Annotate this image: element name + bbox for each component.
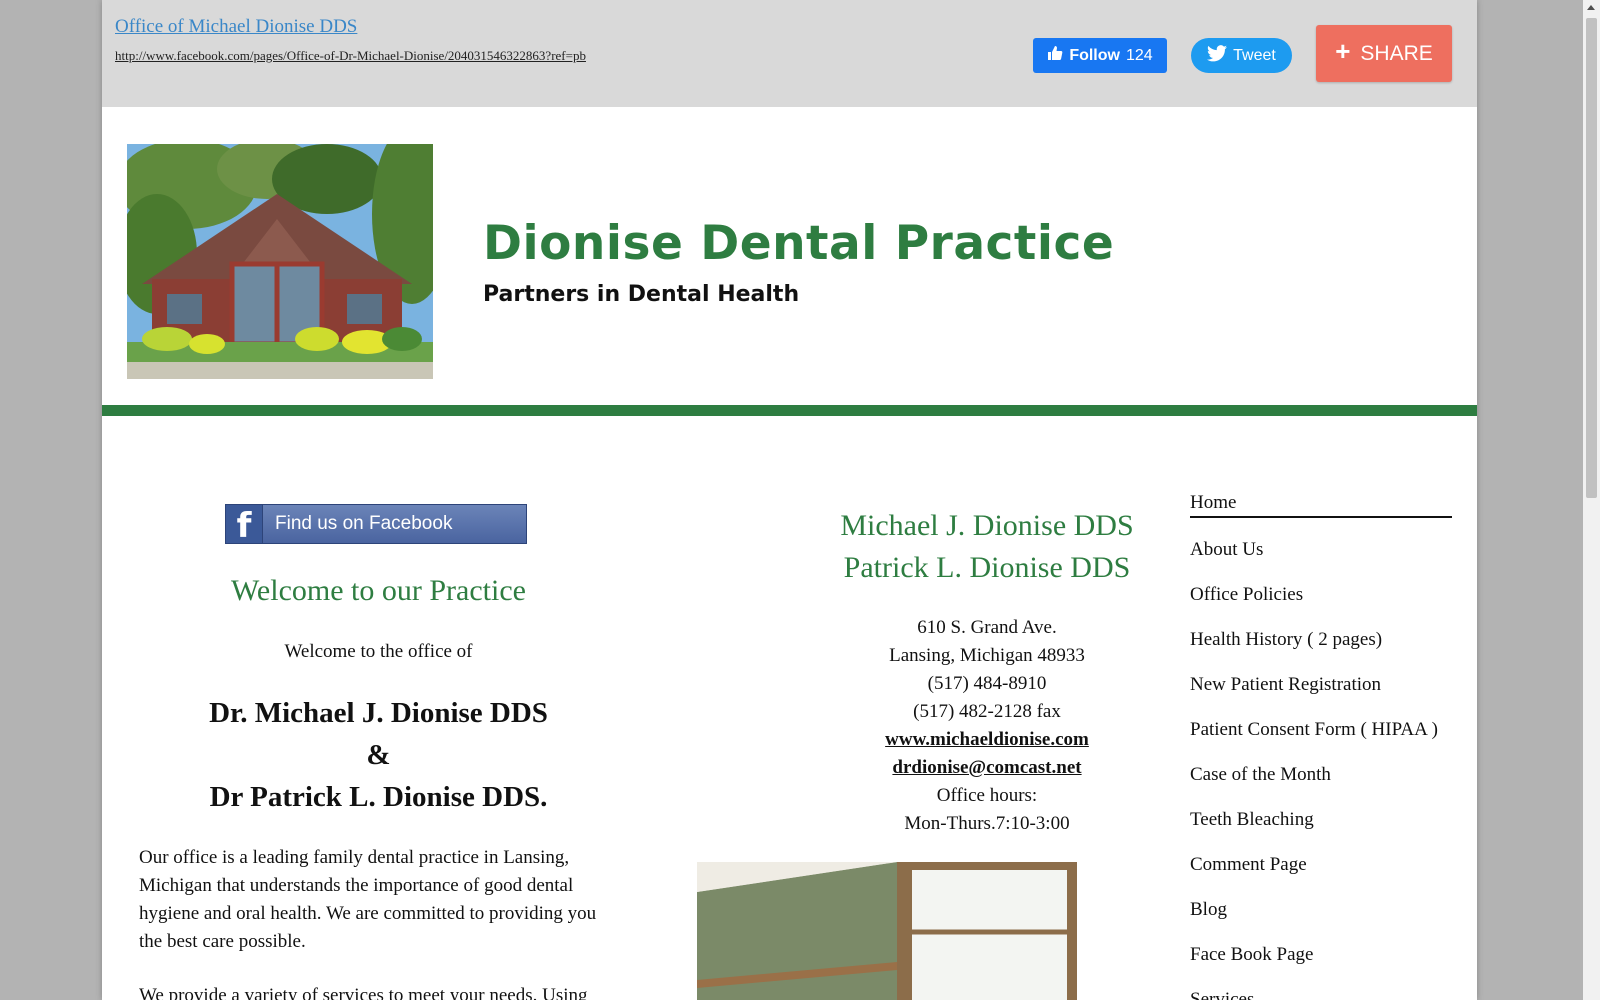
ampersand: & bbox=[366, 739, 391, 771]
site-title: Dionise Dental Practice bbox=[483, 216, 1115, 271]
nav-item-face-book-page[interactable]: Face Book Page bbox=[1190, 940, 1452, 985]
tweet-button[interactable]: Tweet bbox=[1191, 38, 1292, 73]
doctor-1-name: Dr. Michael J. Dionise DDS bbox=[209, 697, 548, 729]
twitter-bird-icon bbox=[1207, 44, 1228, 67]
nav-item-about-us[interactable]: About Us bbox=[1190, 535, 1452, 580]
header-divider bbox=[102, 405, 1477, 416]
intro-paragraph: Our office is a leading family dental pr… bbox=[139, 847, 597, 952]
nav-item-teeth-bleaching[interactable]: Teeth Bleaching bbox=[1190, 805, 1452, 850]
nav-item-comment-page[interactable]: Comment Page bbox=[1190, 850, 1452, 895]
nav-item-services[interactable]: Services bbox=[1190, 985, 1452, 1000]
facebook-page-link[interactable]: Office of Michael Dionise DDS bbox=[115, 16, 357, 38]
nav-item-new-patient-registration[interactable]: New Patient Registration bbox=[1190, 670, 1452, 715]
doctors-names: Dr. Michael J. Dionise DDS & Dr Patrick … bbox=[132, 692, 625, 818]
office-building-photo bbox=[127, 144, 433, 379]
nav-item-home[interactable]: Home bbox=[1190, 488, 1452, 518]
tweet-label: Tweet bbox=[1233, 46, 1276, 64]
main-navigation: Home About Us Office Policies Health His… bbox=[1190, 488, 1452, 1000]
plus-icon: + bbox=[1335, 35, 1351, 66]
welcome-subtext: Welcome to the office of bbox=[284, 641, 473, 662]
nav-item-case-of-the-month[interactable]: Case of the Month bbox=[1190, 760, 1452, 805]
facebook-page-url-link[interactable]: http://www.facebook.com/pages/Office-of-… bbox=[115, 48, 586, 64]
welcome-heading: Welcome to our Practice bbox=[231, 574, 526, 607]
scrollbar-thumb[interactable] bbox=[1586, 18, 1597, 498]
follow-label: Follow bbox=[1069, 46, 1120, 64]
site-tagline: Partners in Dental Health bbox=[483, 282, 800, 307]
nav-item-patient-consent-form[interactable]: Patient Consent Form ( HIPAA ) bbox=[1190, 715, 1452, 760]
social-share-bar: Office of Michael Dionise DDS http://www… bbox=[102, 0, 1477, 107]
facebook-follow-button[interactable]: Follow 124 bbox=[1033, 38, 1167, 73]
share-label: SHARE bbox=[1360, 41, 1433, 65]
nav-item-health-history[interactable]: Health History ( 2 pages) bbox=[1190, 625, 1452, 670]
page: Office of Michael Dionise DDS http://www… bbox=[102, 0, 1477, 1000]
office-interior-photo bbox=[697, 862, 1077, 1000]
facebook-f-icon: f bbox=[226, 505, 263, 543]
doctor-2-name: Dr Patrick L. Dionise DDS. bbox=[209, 781, 548, 813]
share-button[interactable]: + SHARE bbox=[1316, 25, 1452, 82]
nav-item-office-policies[interactable]: Office Policies bbox=[1190, 580, 1452, 625]
find-us-on-facebook-button[interactable]: f Find us on Facebook bbox=[225, 504, 527, 544]
nav-item-blog[interactable]: Blog bbox=[1190, 895, 1452, 940]
vertical-scrollbar[interactable] bbox=[1583, 0, 1600, 1000]
follow-count: 124 bbox=[1125, 46, 1153, 64]
services-paragraph: We provide a variety of services to meet… bbox=[139, 985, 588, 1000]
find-us-on-facebook-label: Find us on Facebook bbox=[275, 513, 453, 534]
thumbs-up-icon bbox=[1047, 45, 1063, 66]
scroll-up-arrow-icon[interactable] bbox=[1587, 5, 1595, 10]
